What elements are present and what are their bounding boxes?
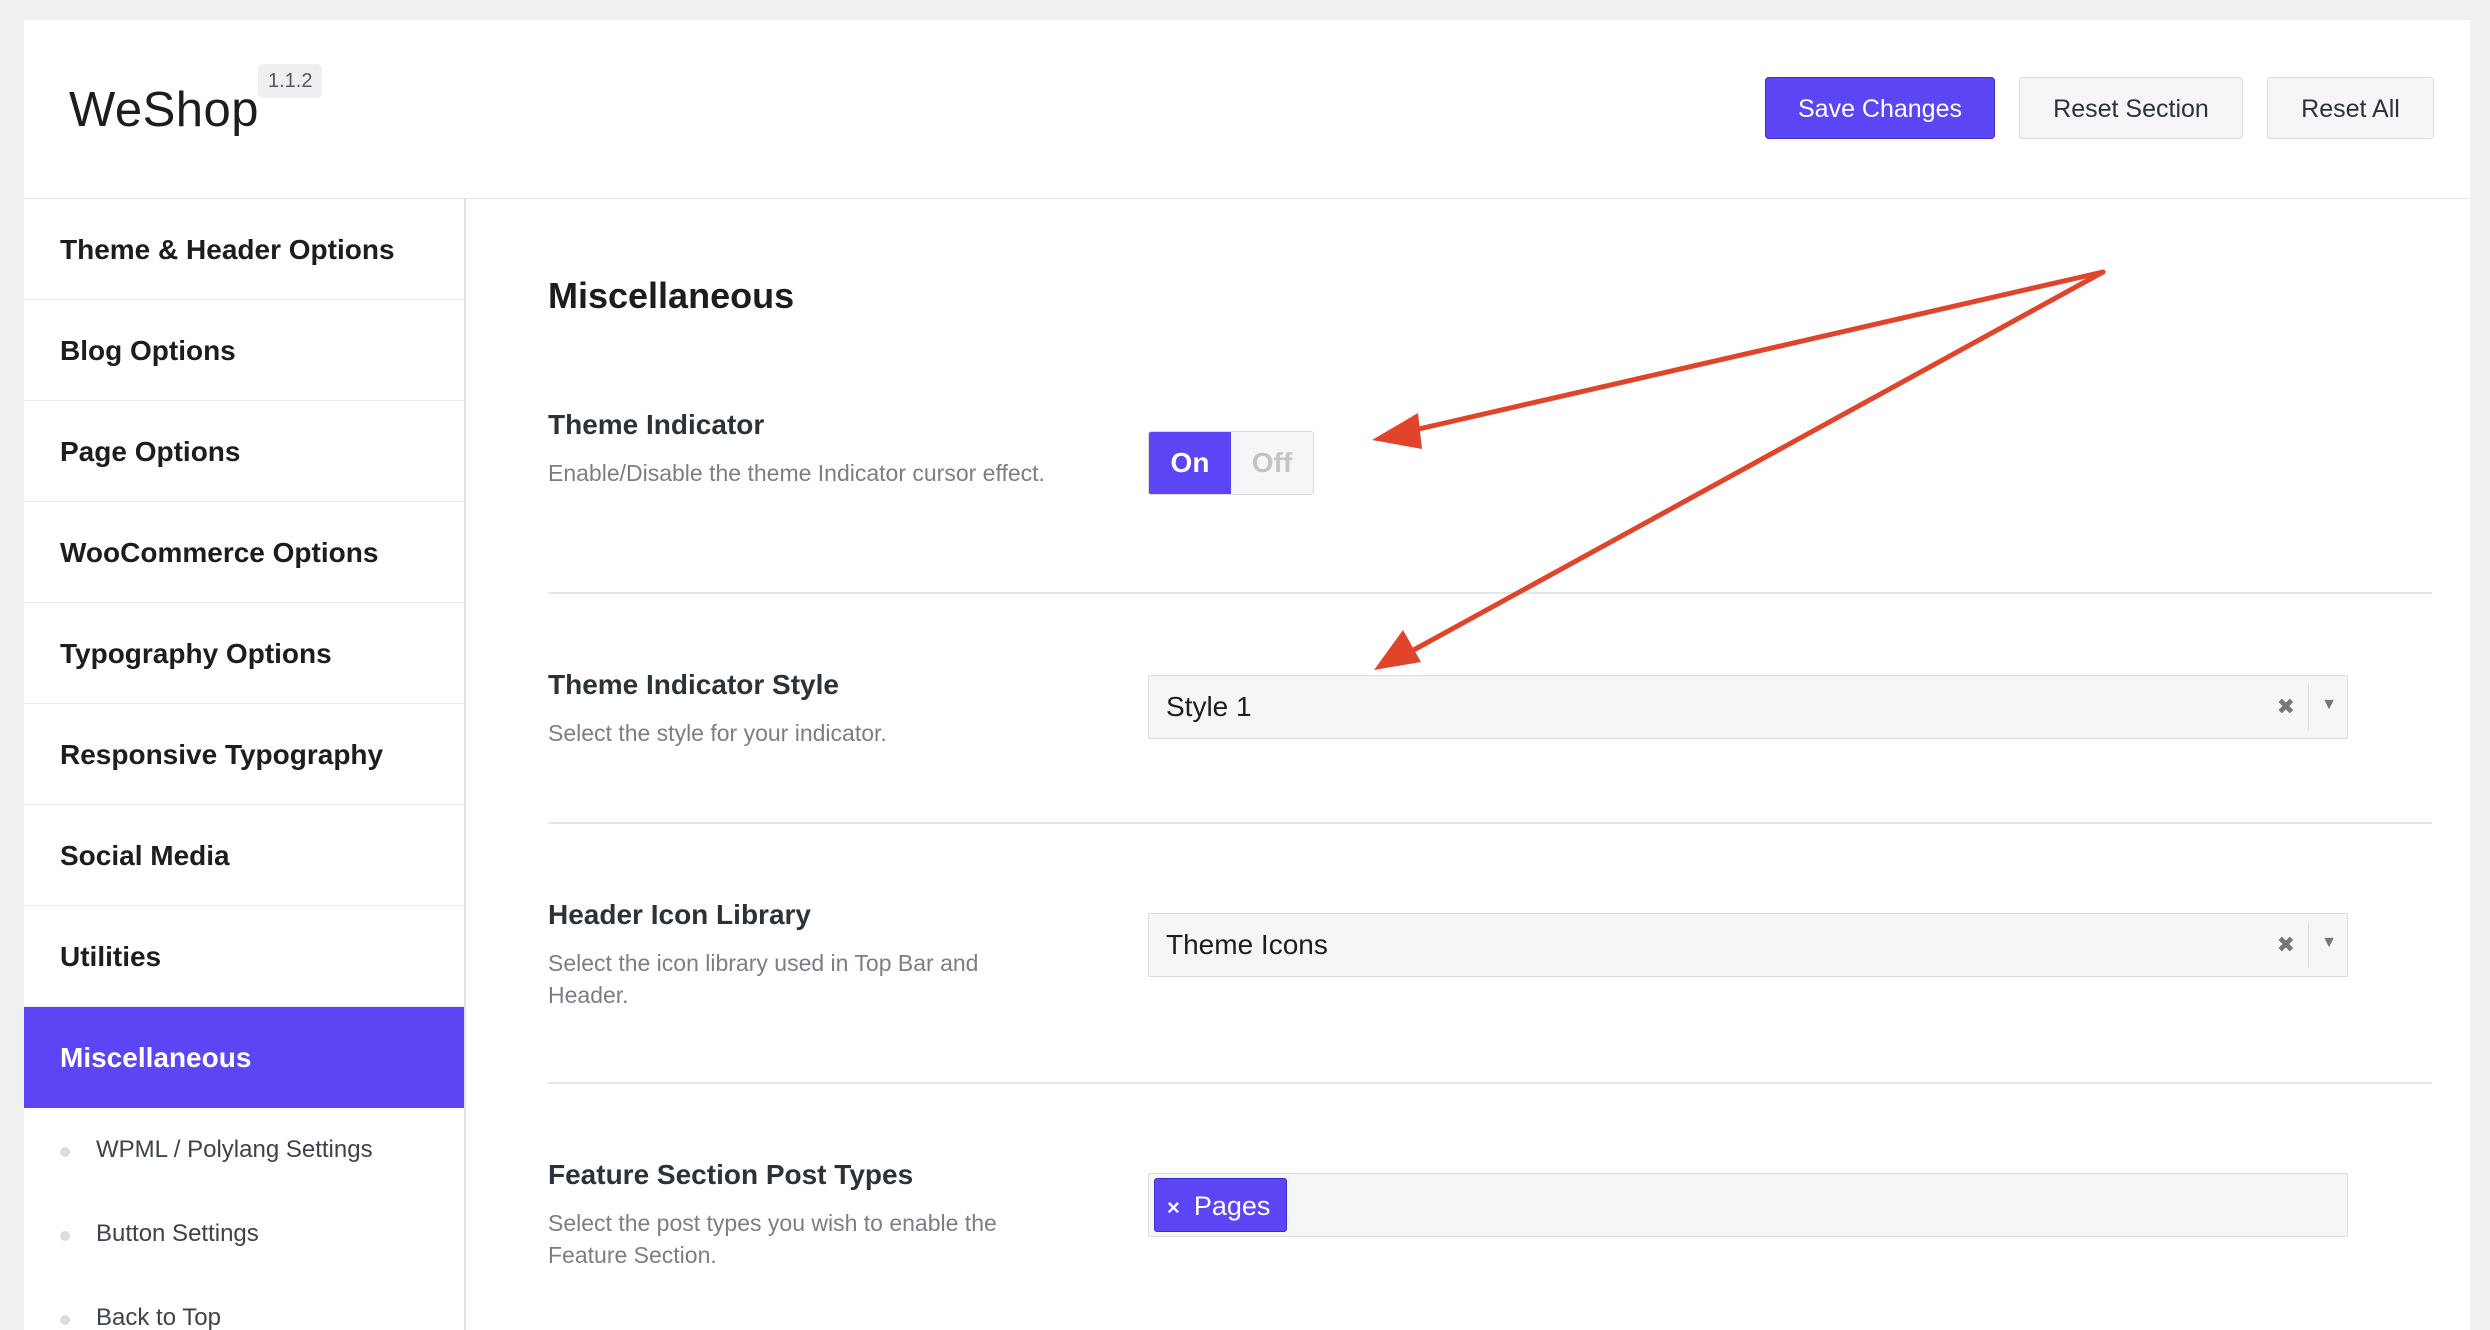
main-content: Miscellaneous Theme Indicator Enable/Dis… [466, 199, 2470, 1330]
sidebar-item-blog[interactable]: Blog Options [24, 300, 464, 401]
icon-library-select[interactable]: Theme Icons ✖ ▼ [1148, 913, 2348, 977]
select-separator [2308, 684, 2309, 730]
sidebar-item-utilities[interactable]: Utilities [24, 906, 464, 1007]
theme-indicator-label: Theme Indicator [548, 409, 765, 440]
indicator-style-value: Style 1 [1166, 691, 1252, 722]
icon-library-field: Header Icon Library Select the icon libr… [548, 899, 2432, 1019]
sidebar-item-page[interactable]: Page Options [24, 401, 464, 502]
theme-indicator-field: Theme Indicator Enable/Disable the theme… [548, 409, 2432, 529]
post-types-field: Feature Section Post Types Select the po… [548, 1159, 2432, 1279]
indicator-style-label: Theme Indicator Style [548, 669, 839, 700]
divider [548, 822, 2432, 824]
chevron-down-icon[interactable]: ▼ [2321, 914, 2337, 972]
sidebar-item-social-media[interactable]: Social Media [24, 805, 464, 906]
remove-tag-icon[interactable]: × [1167, 1195, 1180, 1220]
divider [548, 1082, 2432, 1084]
select-separator [2308, 922, 2309, 968]
theme-indicator-switch[interactable]: On Off [1148, 431, 1314, 495]
sidebar-item-miscellaneous[interactable]: Miscellaneous [24, 1007, 464, 1108]
sidebar-item-typography[interactable]: Typography Options [24, 603, 464, 704]
post-types-multiselect[interactable]: × Pages [1148, 1173, 2348, 1237]
post-types-desc: Select the post types you wish to enable… [548, 1210, 997, 1268]
post-types-label: Feature Section Post Types [548, 1159, 914, 1190]
indicator-style-field: Theme Indicator Style Select the style f… [548, 669, 2432, 789]
icon-library-label: Header Icon Library [548, 899, 811, 930]
reset-section-button[interactable]: Reset Section [2019, 77, 2243, 139]
switch-on-option[interactable]: On [1149, 432, 1231, 494]
indicator-style-desc: Select the style for your indicator. [548, 720, 887, 746]
sidebar-item-responsive-typography[interactable]: Responsive Typography [24, 704, 464, 805]
icon-library-value: Theme Icons [1166, 929, 1328, 960]
chevron-down-icon[interactable]: ▼ [2321, 676, 2337, 734]
sidebar-subitem-back-to-top[interactable]: Back to Top [24, 1276, 464, 1330]
sidebar-subitem-wpml[interactable]: WPML / Polylang Settings [24, 1108, 464, 1192]
post-type-tag-label: Pages [1193, 1191, 1271, 1221]
options-panel: WeShop 1.1.2 Save Changes Reset Section … [24, 20, 2470, 1330]
indicator-style-select[interactable]: Style 1 ✖ ▼ [1148, 675, 2348, 739]
page-title: Miscellaneous [548, 275, 795, 316]
theme-indicator-desc: Enable/Disable the theme Indicator curso… [548, 460, 1045, 486]
sidebar-item-theme-header[interactable]: Theme & Header Options [24, 199, 464, 300]
brand-logo: WeShop [69, 83, 260, 137]
sidebar-nav: Theme & Header Options Blog Options Page… [24, 199, 466, 1330]
reset-all-button[interactable]: Reset All [2267, 77, 2434, 139]
version-badge: 1.1.2 [258, 64, 323, 98]
clear-icon[interactable]: ✖ [2277, 914, 2295, 976]
clear-icon[interactable]: ✖ [2277, 676, 2295, 738]
divider [548, 592, 2432, 594]
header: WeShop 1.1.2 Save Changes Reset Section … [24, 20, 2470, 199]
sidebar-subitem-button-settings[interactable]: Button Settings [24, 1192, 464, 1276]
sidebar-item-woocommerce[interactable]: WooCommerce Options [24, 502, 464, 603]
switch-off-option[interactable]: Off [1231, 432, 1313, 494]
icon-library-desc: Select the icon library used in Top Bar … [548, 950, 979, 1008]
post-type-tag: × Pages [1154, 1178, 1288, 1232]
save-changes-button[interactable]: Save Changes [1765, 77, 1995, 139]
